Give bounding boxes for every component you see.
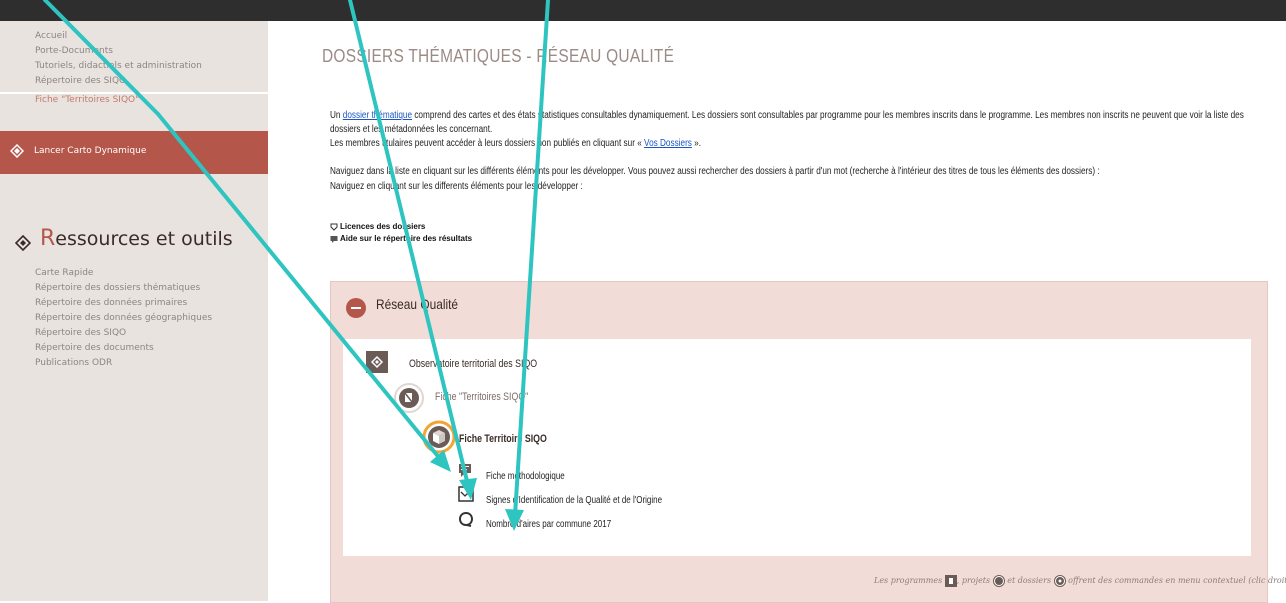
resource-link-publications-odr[interactable]: Publications ODR	[35, 358, 112, 368]
sidebar-link-repertoire-siqo[interactable]: Répertoire des SIQO	[35, 76, 126, 86]
legend-project-icon	[992, 575, 1005, 587]
footnote-menu-contextuel: offrent des commandes en menu contextuel…	[1065, 576, 1286, 585]
intro-text-d: ».	[691, 138, 702, 149]
footnote-programmes: Les programmes	[874, 576, 943, 585]
dossier-thematique-link[interactable]: dossier thématique	[343, 110, 412, 121]
dossier-icon[interactable]	[422, 420, 456, 454]
sidebar-link-fiche-territoires[interactable]: Fiche "Territoires SIQO"	[35, 95, 139, 105]
resources-title: Ressources et outils	[40, 226, 233, 251]
resource-link-donnees-geographiques[interactable]: Répertoire des données géographiques	[35, 313, 212, 323]
sidebar-separator	[0, 92, 268, 94]
top-bar	[0, 0, 1286, 21]
licences-label: Licences des dossiers	[340, 222, 426, 231]
sidebar-link-accueil[interactable]: Accueil	[35, 31, 67, 41]
resource-link-siqo[interactable]: Répertoire des SIQO	[35, 328, 126, 338]
help-icon	[330, 235, 338, 243]
licences-link[interactable]: Licences des dossiers	[330, 222, 425, 231]
intro-line-1: Un dossier thématique comprend des carte…	[330, 110, 1244, 121]
tree-dossier-label[interactable]: Fiche Territoire SIQO	[459, 433, 547, 445]
footnote-projets: , projets	[956, 576, 991, 585]
program-icon[interactable]	[366, 351, 388, 373]
tree-content	[343, 339, 1251, 556]
resources-diamond-icon	[15, 235, 31, 251]
diamond-icon	[10, 144, 24, 158]
nav-instruction-2: Naviguez en cliquant sur les differents …	[330, 181, 583, 192]
sidebar-link-tutoriels[interactable]: Tutoriels, didactiels et administration	[35, 61, 202, 71]
sidebar: Accueil Porte-Documents Tutoriels, didac…	[0, 21, 268, 601]
panel-title[interactable]: Réseau Qualité	[376, 296, 458, 312]
legend-footnote: Les programmes , projets et dossiers off…	[874, 575, 1286, 587]
nav-instruction-1: Naviguez dans la liste en cliquant sur l…	[330, 166, 1100, 177]
intro-text-c: Les membres titulaires peuvent accéder à…	[330, 138, 645, 149]
collapse-icon[interactable]	[346, 298, 366, 318]
help-label: Aide sur le répertoire des résultats	[340, 234, 473, 243]
page-title: DOSSIERS THÉMATIQUES - RÉSEAU QUALITÉ	[322, 46, 675, 66]
intro-line-2: dossiers et les métadonnées les concerna…	[330, 124, 493, 135]
shield-icon	[330, 223, 338, 231]
resources-title-initial: R	[40, 226, 56, 251]
legend-program-icon	[944, 575, 957, 587]
tree-item-nombre-aires[interactable]: Nombre d'aires par commune 2017	[486, 519, 611, 530]
launch-carto-label: Lancer Carto Dynamique	[34, 146, 147, 156]
intro-text-b: comprend des cartes et des états statist…	[412, 110, 1244, 121]
intro-line-3: Les membres titulaires peuvent accéder à…	[330, 138, 701, 149]
resource-link-donnees-primaires[interactable]: Répertoire des données primaires	[35, 298, 187, 308]
methodology-icon[interactable]	[459, 464, 473, 478]
help-link[interactable]: Aide sur le répertoire des résultats	[330, 234, 472, 243]
tree-project-label[interactable]: Fiche "Territoires SIQO"	[435, 391, 528, 403]
vos-dossiers-link[interactable]: Vos Dossiers	[644, 138, 692, 149]
tree-program-label[interactable]: Observatoire territorial des SIQO	[409, 358, 537, 370]
footnote-dossiers: et dossiers	[1004, 576, 1052, 585]
resource-link-documents[interactable]: Répertoire des documents	[35, 343, 154, 353]
intro-text-a: Un	[330, 110, 343, 121]
map-icon[interactable]	[458, 511, 474, 527]
legend-dossier-icon	[1053, 575, 1066, 587]
resources-title-rest: essources et outils	[55, 228, 233, 250]
project-icon[interactable]	[394, 383, 424, 413]
tree-item-fiche-methodologique[interactable]: Fiche méthodologique	[486, 471, 565, 482]
resource-link-carte-rapide[interactable]: Carte Rapide	[35, 268, 93, 278]
chart-icon[interactable]	[458, 486, 474, 502]
sidebar-link-porte-documents[interactable]: Porte-Documents	[35, 46, 113, 56]
tree-item-signes[interactable]: Signes d'Identification de la Qualité et…	[486, 495, 662, 506]
resource-link-dossiers-thematiques[interactable]: Répertoire des dossiers thématiques	[35, 283, 200, 293]
